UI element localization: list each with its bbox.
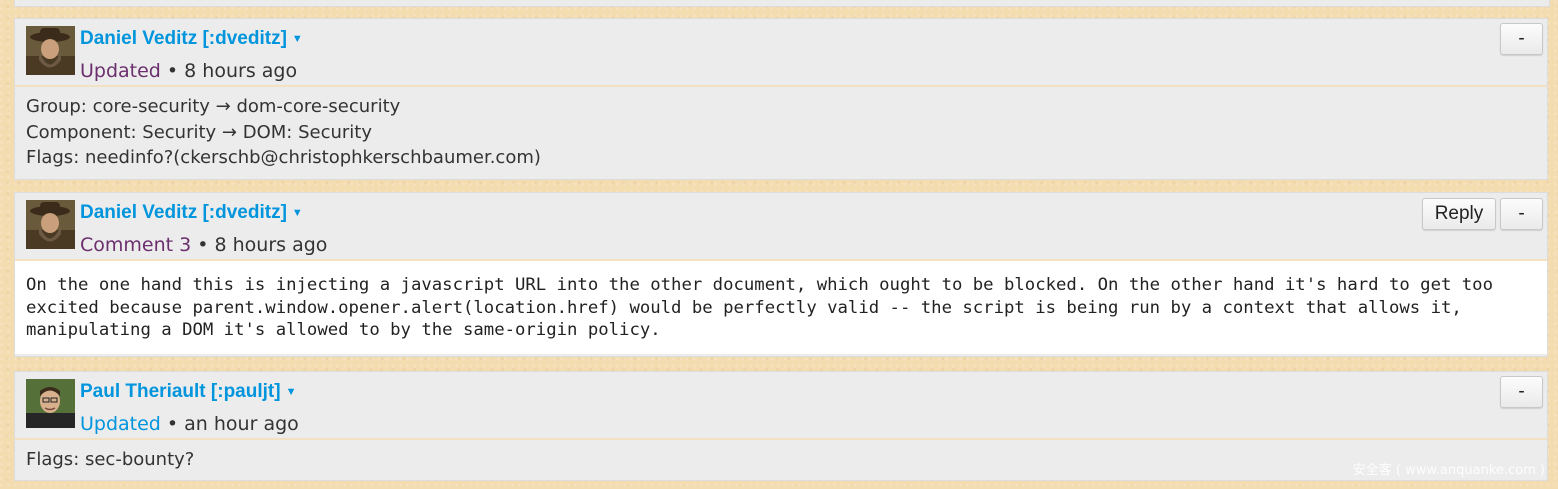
activity-time: • an hour ago bbox=[166, 413, 299, 435]
watermark: 安全客 ( www.anquanke.com ) bbox=[1352, 463, 1545, 478]
activity-kind[interactable]: Updated bbox=[80, 60, 161, 82]
avatar[interactable] bbox=[26, 379, 75, 428]
comment-header: Daniel Veditz [:dveditz] ▼ Comment 3 • 8 … bbox=[15, 193, 1547, 261]
avatar[interactable] bbox=[26, 26, 75, 75]
comment-text: On the one hand this is injecting a java… bbox=[15, 261, 1547, 354]
author-name[interactable]: Daniel Veditz [:dveditz] bbox=[80, 202, 287, 223]
change-line: Component: Security → DOM: Security bbox=[26, 121, 372, 143]
collapse-button[interactable]: - bbox=[1500, 198, 1543, 230]
collapse-button[interactable]: - bbox=[1500, 376, 1543, 408]
caret-down-icon[interactable]: ▼ bbox=[286, 386, 297, 398]
comment-card: Daniel Veditz [:dveditz] ▼ Comment 3 • 8 … bbox=[14, 192, 1548, 357]
caret-down-icon[interactable]: ▼ bbox=[292, 207, 303, 219]
change-line: Group: core-security → dom-core-security bbox=[26, 96, 401, 117]
activity-kind[interactable]: Updated bbox=[80, 413, 161, 435]
change-list: Flags: sec-bounty? bbox=[15, 440, 1547, 481]
activity-header: Paul Theriault [:pauljt] ▼ Updated • an h… bbox=[15, 372, 1547, 440]
author-name[interactable]: Paul Theriault [:pauljt] bbox=[80, 381, 281, 402]
activity-card: Paul Theriault [:pauljt] ▼ Updated • an h… bbox=[14, 371, 1548, 481]
collapse-button[interactable]: - bbox=[1500, 23, 1543, 55]
reply-button[interactable]: Reply bbox=[1422, 198, 1496, 230]
change-line: Flags: needinfo?(ckerschb@christophkersc… bbox=[26, 147, 541, 168]
comment-meta: Comment 3 • 8 hours ago bbox=[80, 234, 327, 256]
activity-time: • 8 hours ago bbox=[166, 60, 298, 82]
activity-meta: Updated • an hour ago bbox=[80, 413, 299, 435]
activity-card: Daniel Veditz [:dveditz] ▼ Updated • 8 ho… bbox=[14, 18, 1548, 180]
author-name[interactable]: Daniel Veditz [:dveditz] bbox=[80, 28, 287, 49]
activity-meta: Updated • 8 hours ago bbox=[80, 60, 297, 82]
comment-time: • 8 hours ago bbox=[197, 234, 328, 256]
previous-card-edge bbox=[14, 0, 1550, 7]
change-list: Group: core-security → dom-core-security… bbox=[15, 87, 1547, 179]
avatar[interactable] bbox=[26, 200, 75, 249]
change-line: Flags: sec-bounty? bbox=[26, 449, 195, 470]
caret-down-icon[interactable]: ▼ bbox=[292, 33, 303, 45]
author-link[interactable]: Paul Theriault [:pauljt] ▼ bbox=[80, 381, 296, 403]
activity-header: Daniel Veditz [:dveditz] ▼ Updated • 8 ho… bbox=[15, 19, 1547, 87]
comment-number[interactable]: Comment 3 bbox=[80, 234, 191, 256]
author-link[interactable]: Daniel Veditz [:dveditz] ▼ bbox=[80, 28, 303, 50]
author-link[interactable]: Daniel Veditz [:dveditz] ▼ bbox=[80, 202, 303, 224]
